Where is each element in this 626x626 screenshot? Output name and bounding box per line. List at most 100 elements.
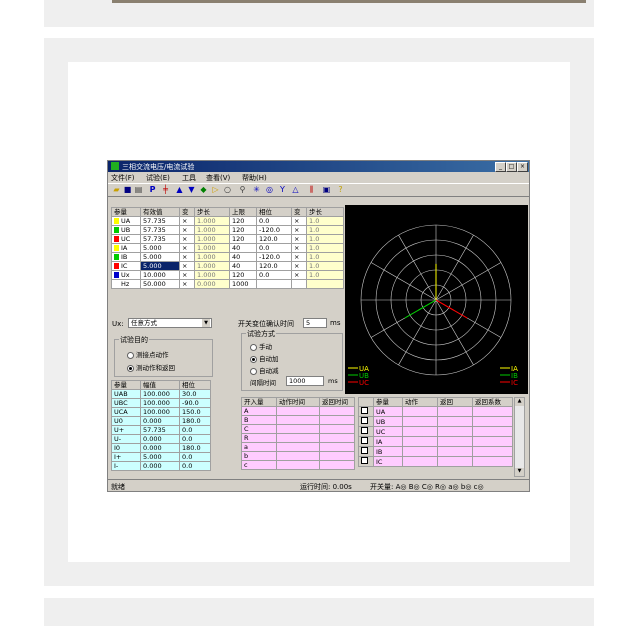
max-cell[interactable]: 120	[229, 270, 257, 280]
phase-cell[interactable]: 0.0	[256, 216, 292, 226]
step-cell[interactable]: 1.000	[194, 270, 230, 280]
mode-radio-auto-inc[interactable]: 自动加	[250, 353, 279, 363]
mode-radio-auto-dec[interactable]: 自动减	[250, 365, 279, 375]
var-cell[interactable]: ×	[179, 234, 195, 244]
result-scrollbar[interactable]: ▲ ▼	[514, 397, 525, 477]
menu-view[interactable]: 查看(V)	[206, 173, 230, 183]
chevron-down-icon[interactable]: ▼	[202, 319, 210, 327]
menu-test[interactable]: 试验(E)	[146, 173, 170, 183]
step2-cell[interactable]	[306, 279, 344, 289]
result-checkbox[interactable]	[358, 406, 374, 417]
var-cell[interactable]: ×	[179, 216, 195, 226]
rms-cell[interactable]: 5.000	[140, 252, 180, 262]
monitor-icon[interactable]: ▣	[322, 185, 331, 194]
step-cell[interactable]: 1.000	[194, 234, 230, 244]
step2-cell[interactable]: 1.0	[306, 243, 344, 253]
step2-cell[interactable]: 1.0	[306, 234, 344, 244]
var2-cell[interactable]: ×	[291, 234, 307, 244]
var-cell[interactable]: ×	[179, 270, 195, 280]
maximize-button[interactable]: □	[506, 162, 517, 172]
scroll-up-icon[interactable]: ▲	[515, 398, 524, 406]
rms-cell[interactable]: 57.735	[140, 216, 180, 226]
checkbox[interactable]	[361, 407, 368, 414]
rms-cell[interactable]: 10.000	[140, 270, 180, 280]
target-icon[interactable]: ◎	[265, 185, 274, 194]
play-icon[interactable]: ▷	[211, 185, 220, 194]
close-button[interactable]: ×	[517, 162, 528, 172]
var2-cell[interactable]: ×	[291, 252, 307, 262]
var2-cell[interactable]: ×	[291, 216, 307, 226]
max-cell[interactable]: 40	[229, 261, 257, 271]
max-cell[interactable]: 1000	[229, 279, 257, 289]
step-icon[interactable]: ◆	[199, 185, 208, 194]
step-cell[interactable]: 1.000	[194, 252, 230, 262]
var-cell[interactable]: ×	[179, 225, 195, 235]
var2-cell[interactable]: ×	[291, 225, 307, 235]
mode-radio-manual[interactable]: 手动	[250, 341, 272, 351]
rms-cell[interactable]: 57.735	[140, 225, 180, 235]
step-cell[interactable]: 1.000	[194, 261, 230, 271]
save-icon[interactable]: ■	[123, 185, 132, 194]
phase-cell[interactable]	[256, 279, 292, 289]
phase-cell[interactable]: 120.0	[256, 234, 292, 244]
phase-cell[interactable]: 120.0	[256, 261, 292, 271]
step-cell[interactable]: 0.000	[194, 279, 230, 289]
delta-icon[interactable]: △	[291, 185, 300, 194]
step2-cell[interactable]: 1.0	[306, 252, 344, 262]
checkbox[interactable]	[361, 417, 368, 424]
stop-icon[interactable]: ○	[223, 185, 232, 194]
purpose-radio-return[interactable]: 测动作和返回	[127, 362, 175, 372]
result-checkbox[interactable]	[358, 456, 374, 467]
step2-cell[interactable]: 1.0	[306, 270, 344, 280]
help-icon[interactable]: ?	[336, 185, 345, 194]
result-checkbox[interactable]	[358, 416, 374, 427]
open-icon[interactable]: ▰	[112, 185, 121, 194]
max-cell[interactable]: 40	[229, 252, 257, 262]
down-arrow-icon[interactable]: ▼	[187, 185, 196, 194]
step-cell[interactable]: 1.000	[194, 243, 230, 253]
var2-cell[interactable]: ×	[291, 270, 307, 280]
ux-select[interactable]: 任意方式 ▼	[128, 318, 212, 328]
checkbox[interactable]	[361, 457, 368, 464]
result-checkbox[interactable]	[358, 426, 374, 437]
p-icon[interactable]: P	[148, 185, 157, 194]
step-cell[interactable]: 1.000	[194, 216, 230, 226]
var2-cell[interactable]: ×	[291, 261, 307, 271]
y-icon[interactable]: Y	[278, 185, 287, 194]
up-arrow-icon[interactable]: ▲	[175, 185, 184, 194]
rms-cell[interactable]: 5.000	[140, 243, 180, 253]
var-cell[interactable]: ×	[179, 279, 195, 289]
bar-icon[interactable]: ⫼	[307, 185, 316, 194]
max-cell[interactable]: 120	[229, 216, 257, 226]
menu-help[interactable]: 帮助(H)	[242, 173, 267, 183]
var2-cell[interactable]	[291, 279, 307, 289]
step2-cell[interactable]: 1.0	[306, 225, 344, 235]
phase-cell[interactable]: -120.0	[256, 225, 292, 235]
zoom-icon[interactable]: ⚲	[238, 185, 247, 194]
menu-tools[interactable]: 工具	[182, 173, 196, 183]
result-checkbox[interactable]	[358, 446, 374, 457]
checkbox[interactable]	[361, 427, 368, 434]
purpose-radio-contact[interactable]: 测接点动作	[127, 349, 169, 359]
rms-cell[interactable]: 50.000	[140, 279, 180, 289]
confirm-input[interactable]: 5	[303, 318, 327, 328]
step2-cell[interactable]: 1.0	[306, 216, 344, 226]
interval-input[interactable]: 1000	[286, 376, 324, 386]
rms-cell[interactable]: 5.000	[140, 261, 180, 271]
cross-icon[interactable]: ╪	[161, 185, 170, 194]
max-cell[interactable]: 120	[229, 234, 257, 244]
var-cell[interactable]: ×	[179, 252, 195, 262]
max-cell[interactable]: 40	[229, 243, 257, 253]
result-checkbox[interactable]	[358, 436, 374, 447]
phase-cell[interactable]: 0.0	[256, 243, 292, 253]
print-icon[interactable]: ▤	[134, 185, 143, 194]
minimize-button[interactable]: _	[495, 162, 506, 172]
step2-cell[interactable]: 1.0	[306, 261, 344, 271]
phase-cell[interactable]: -120.0	[256, 252, 292, 262]
snowflake-icon[interactable]: ✳	[252, 185, 261, 194]
var-cell[interactable]: ×	[179, 243, 195, 253]
var-cell[interactable]: ×	[179, 261, 195, 271]
menu-file[interactable]: 文件(F)	[111, 173, 135, 183]
step-cell[interactable]: 1.000	[194, 225, 230, 235]
max-cell[interactable]: 120	[229, 225, 257, 235]
